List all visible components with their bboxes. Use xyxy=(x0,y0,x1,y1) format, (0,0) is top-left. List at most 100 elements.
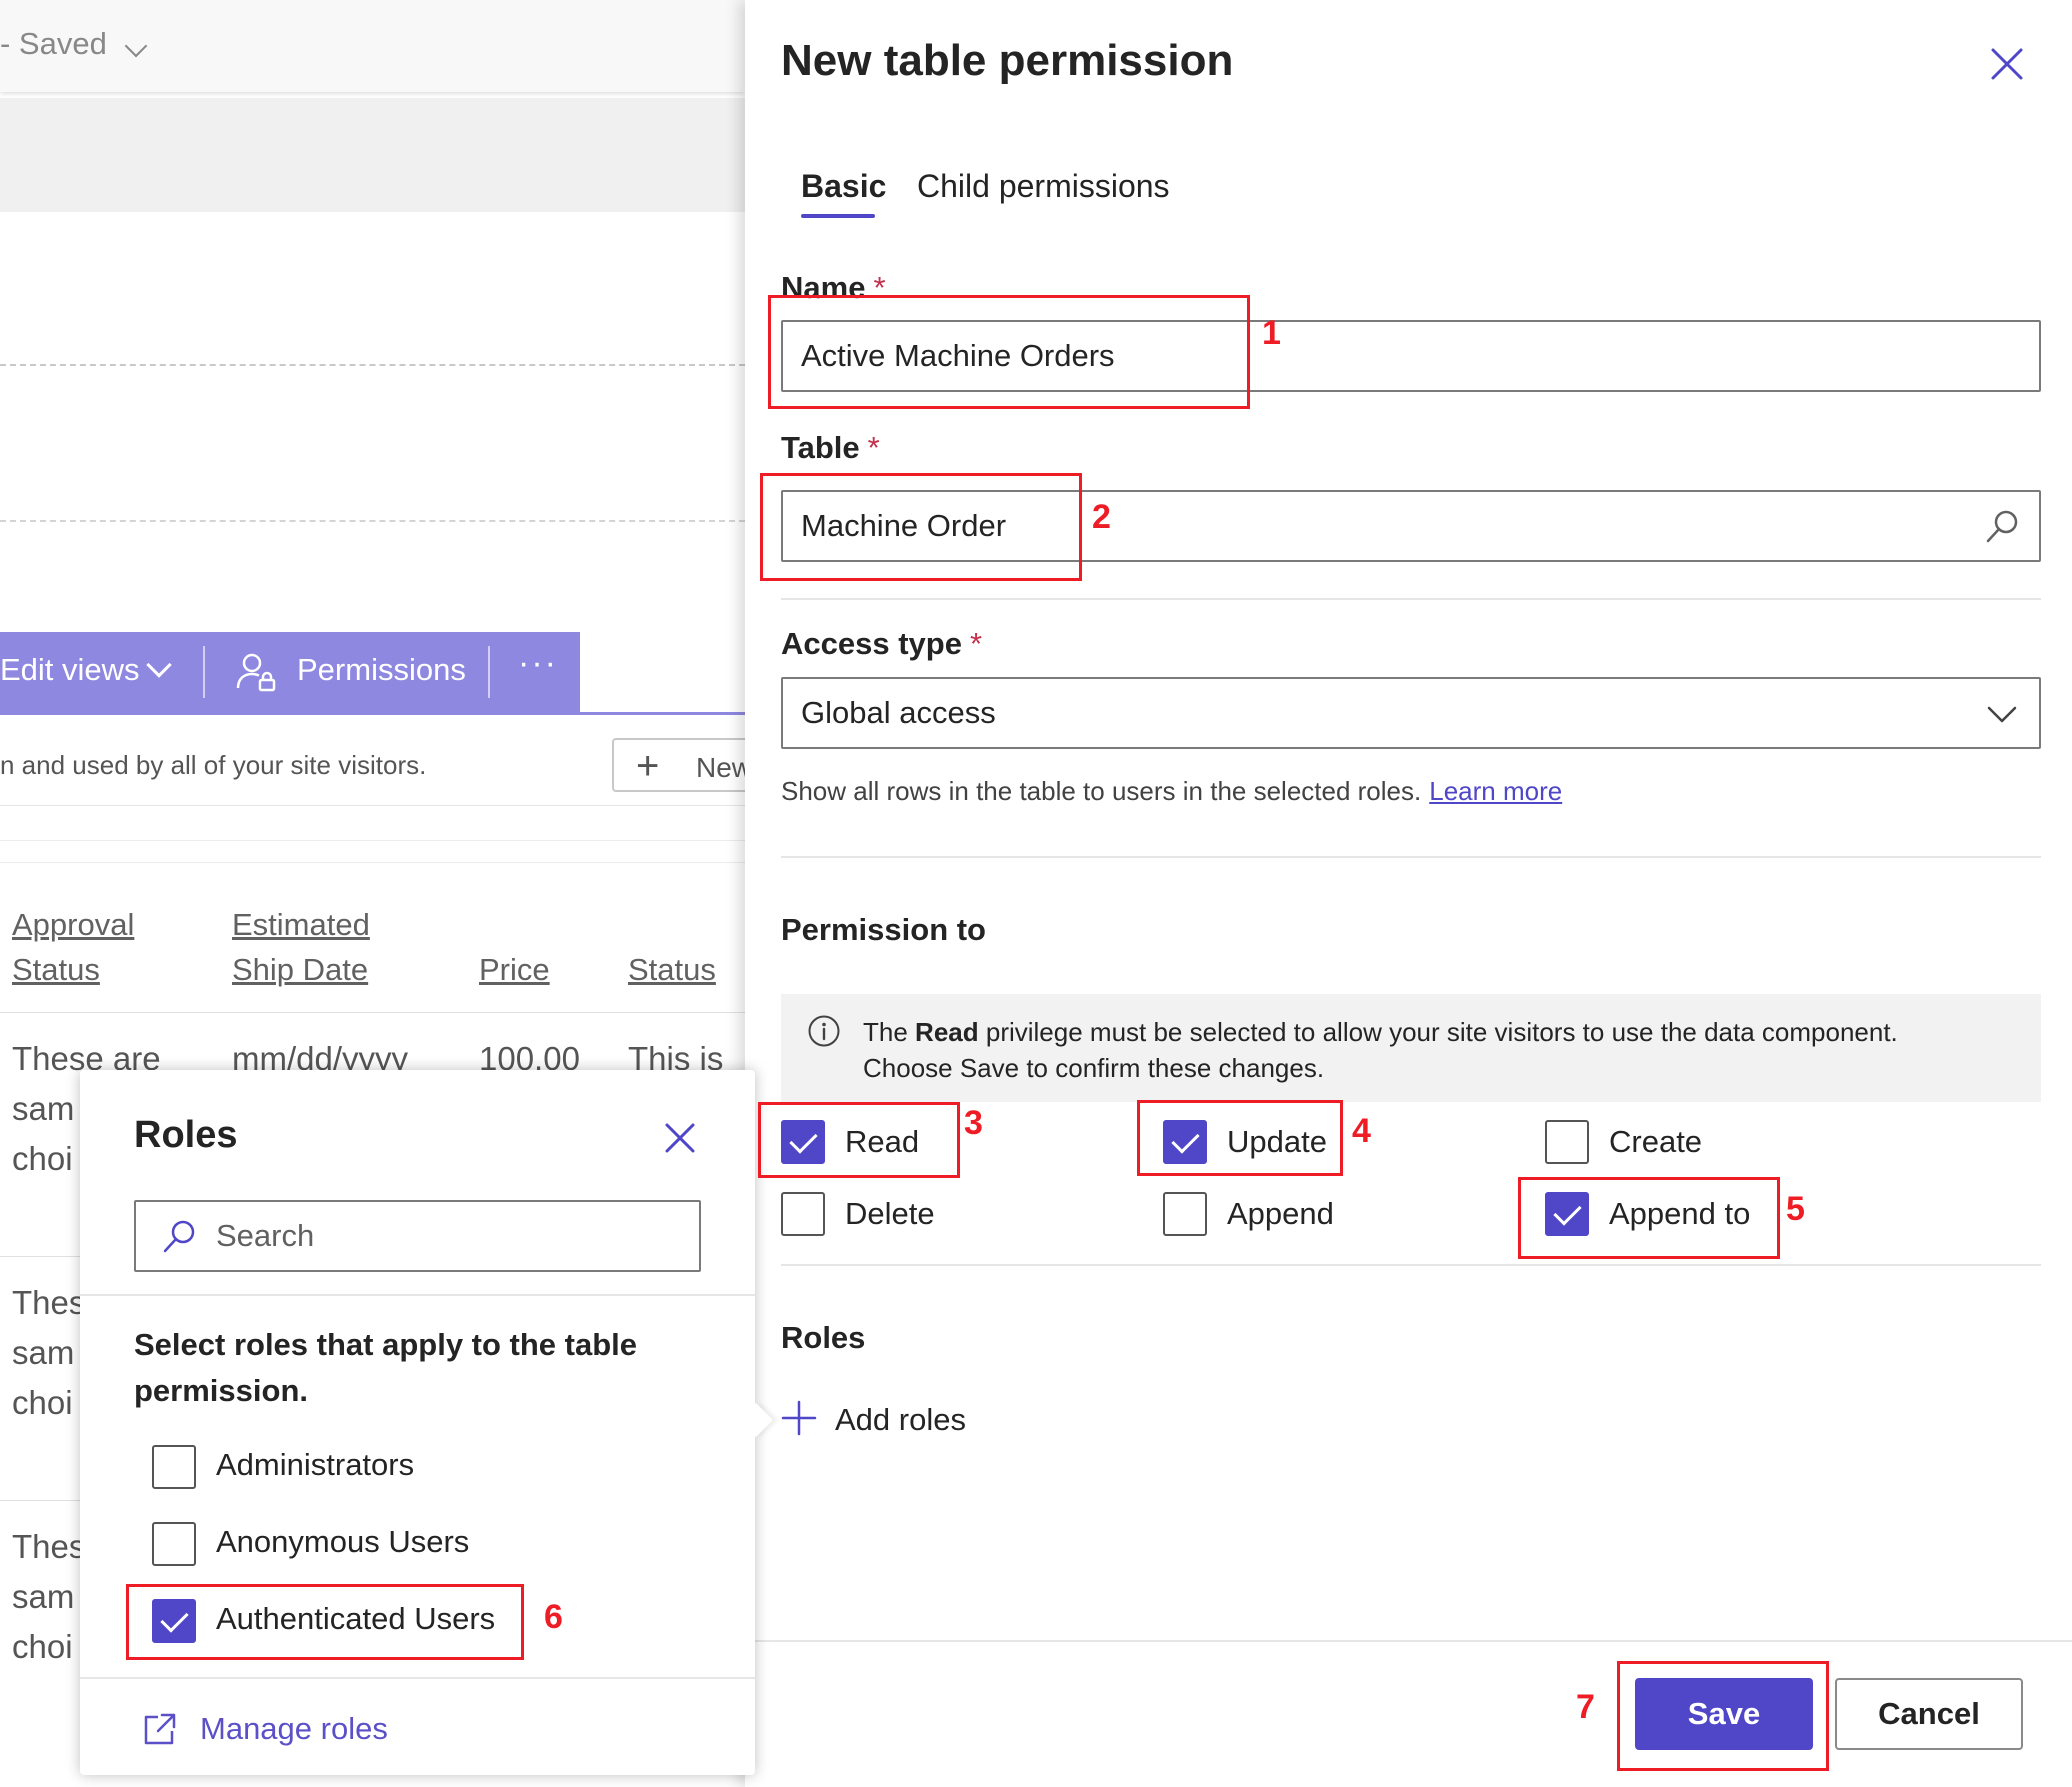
table-cell: sam xyxy=(12,1578,75,1615)
open-external-icon xyxy=(144,1713,176,1745)
header-band xyxy=(0,98,745,212)
new-button-label: New xyxy=(696,752,745,783)
add-roles-label: Add roles xyxy=(835,1402,966,1437)
annotation-box xyxy=(760,473,1082,581)
column-header-line: Ship Date xyxy=(232,952,369,987)
divider xyxy=(0,364,745,366)
roles-heading: Roles xyxy=(781,1320,866,1355)
active-tab-indicator xyxy=(801,214,875,218)
info-text: The xyxy=(863,1017,908,1047)
column-header-approval-status[interactable]: Approval Status xyxy=(12,902,134,992)
column-header-price[interactable]: Price xyxy=(479,947,550,992)
annotation-number: 5 xyxy=(1786,1190,1805,1228)
delete-checkbox[interactable] xyxy=(781,1192,825,1236)
administrators-checkbox[interactable] xyxy=(152,1445,196,1489)
divider xyxy=(80,1677,755,1679)
annotation-number: 2 xyxy=(1092,498,1111,536)
column-header-estimated-ship-date[interactable]: Estimated Ship Date xyxy=(232,902,370,992)
append-checkbox[interactable] xyxy=(1163,1192,1207,1236)
close-icon[interactable] xyxy=(662,1120,698,1156)
annotation-number: 3 xyxy=(964,1104,983,1142)
column-header-line: Price xyxy=(479,952,550,987)
info-message-text: The Read privilege must be selected to a… xyxy=(863,1014,2013,1086)
annotation-number: 1 xyxy=(1262,314,1281,352)
access-type-help: Show all rows in the table to users in t… xyxy=(781,776,1562,807)
create-checkbox[interactable] xyxy=(1545,1120,1589,1164)
tab-child-permissions[interactable]: Child permissions xyxy=(917,168,1170,205)
search-icon xyxy=(163,1220,195,1253)
annotation-box xyxy=(768,295,1250,409)
help-text: Show all rows in the table to users in t… xyxy=(781,776,1422,806)
user-lock-icon[interactable] xyxy=(236,652,276,692)
table-cell: choi xyxy=(12,1384,73,1421)
new-button[interactable]: + New xyxy=(612,738,745,792)
permission-to-heading: Permission to xyxy=(781,912,986,947)
divider xyxy=(781,598,2041,600)
list-command-bar: Edit views Permissions ··· xyxy=(0,632,745,715)
info-text: Choose Save to confirm these changes. xyxy=(863,1053,1325,1083)
required-marker: * xyxy=(969,626,983,661)
divider xyxy=(80,1294,755,1296)
info-message-bar: The Read privilege must be selected to a… xyxy=(781,994,2041,1102)
roles-search-box[interactable] xyxy=(134,1200,701,1272)
anonymous-users-checkbox[interactable] xyxy=(152,1522,196,1566)
administrators-label: Administrators xyxy=(216,1447,415,1482)
chevron-down-icon[interactable] xyxy=(1983,695,2021,733)
annotation-box xyxy=(758,1102,960,1178)
panel-title: New table permission xyxy=(781,36,1234,85)
divider xyxy=(0,520,745,522)
chevron-down-icon[interactable] xyxy=(146,652,172,678)
close-icon[interactable] xyxy=(1987,44,2027,84)
access-type-label-text: Access type xyxy=(781,626,962,661)
list-description: n and used by all of your site visitors. xyxy=(0,750,427,780)
tab-basic[interactable]: Basic xyxy=(801,168,886,205)
divider xyxy=(0,862,745,863)
annotation-number: 6 xyxy=(544,1598,563,1636)
annotation-box xyxy=(1137,1100,1343,1176)
roles-search-input[interactable] xyxy=(216,1212,686,1260)
access-type-label: Access type * xyxy=(781,626,982,662)
plus-icon xyxy=(781,1400,817,1436)
new-table-permission-panel: New table permission Basic Child permiss… xyxy=(745,0,2072,1787)
manage-roles-label: Manage roles xyxy=(200,1711,388,1746)
divider xyxy=(0,840,745,841)
table-cell: Thes xyxy=(12,1284,86,1321)
annotation-number: 4 xyxy=(1352,1112,1371,1150)
learn-more-link[interactable]: Learn more xyxy=(1429,776,1562,806)
table-label: Table * xyxy=(781,430,880,466)
separator xyxy=(488,646,490,698)
column-header-status[interactable]: Status xyxy=(628,947,716,992)
app-topbar: - Saved xyxy=(0,0,745,92)
append-label: Append xyxy=(1227,1196,1334,1231)
table-cell: choi xyxy=(12,1140,73,1177)
column-header-line: Status xyxy=(628,952,716,987)
saved-status: - Saved xyxy=(0,26,107,61)
cancel-button[interactable]: Cancel xyxy=(1835,1678,2023,1750)
more-options-button[interactable]: ··· xyxy=(518,644,558,683)
delete-label: Delete xyxy=(845,1196,935,1231)
chevron-down-icon[interactable] xyxy=(124,34,148,58)
roles-flyout: Roles Select roles that apply to the tab… xyxy=(80,1070,773,1775)
access-type-dropdown[interactable]: Global access xyxy=(781,677,2041,749)
table-cell: Thes xyxy=(12,1528,86,1565)
plus-icon: + xyxy=(636,744,660,788)
row-divider xyxy=(0,1012,745,1013)
roles-instruction: Select roles that apply to the table per… xyxy=(134,1327,638,1408)
annotation-number: 7 xyxy=(1576,1688,1595,1726)
anonymous-users-label: Anonymous Users xyxy=(216,1524,470,1559)
create-label: Create xyxy=(1609,1124,1703,1159)
table-cell: sam xyxy=(12,1334,75,1371)
footer-divider xyxy=(745,1640,2072,1642)
permissions-button[interactable]: Permissions xyxy=(297,652,466,688)
divider xyxy=(781,1264,2041,1266)
command-bar-underline xyxy=(0,712,745,715)
column-header-line: Approval xyxy=(12,907,135,942)
column-header-line: Status xyxy=(12,952,100,987)
search-icon[interactable] xyxy=(1983,508,2021,546)
separator xyxy=(203,646,205,698)
table-label-text: Table xyxy=(781,430,860,465)
edit-views-button[interactable]: Edit views xyxy=(0,652,140,688)
info-icon xyxy=(808,1015,840,1047)
info-text-bold: Read xyxy=(915,1017,979,1047)
column-header-line: Estimated xyxy=(232,907,370,942)
